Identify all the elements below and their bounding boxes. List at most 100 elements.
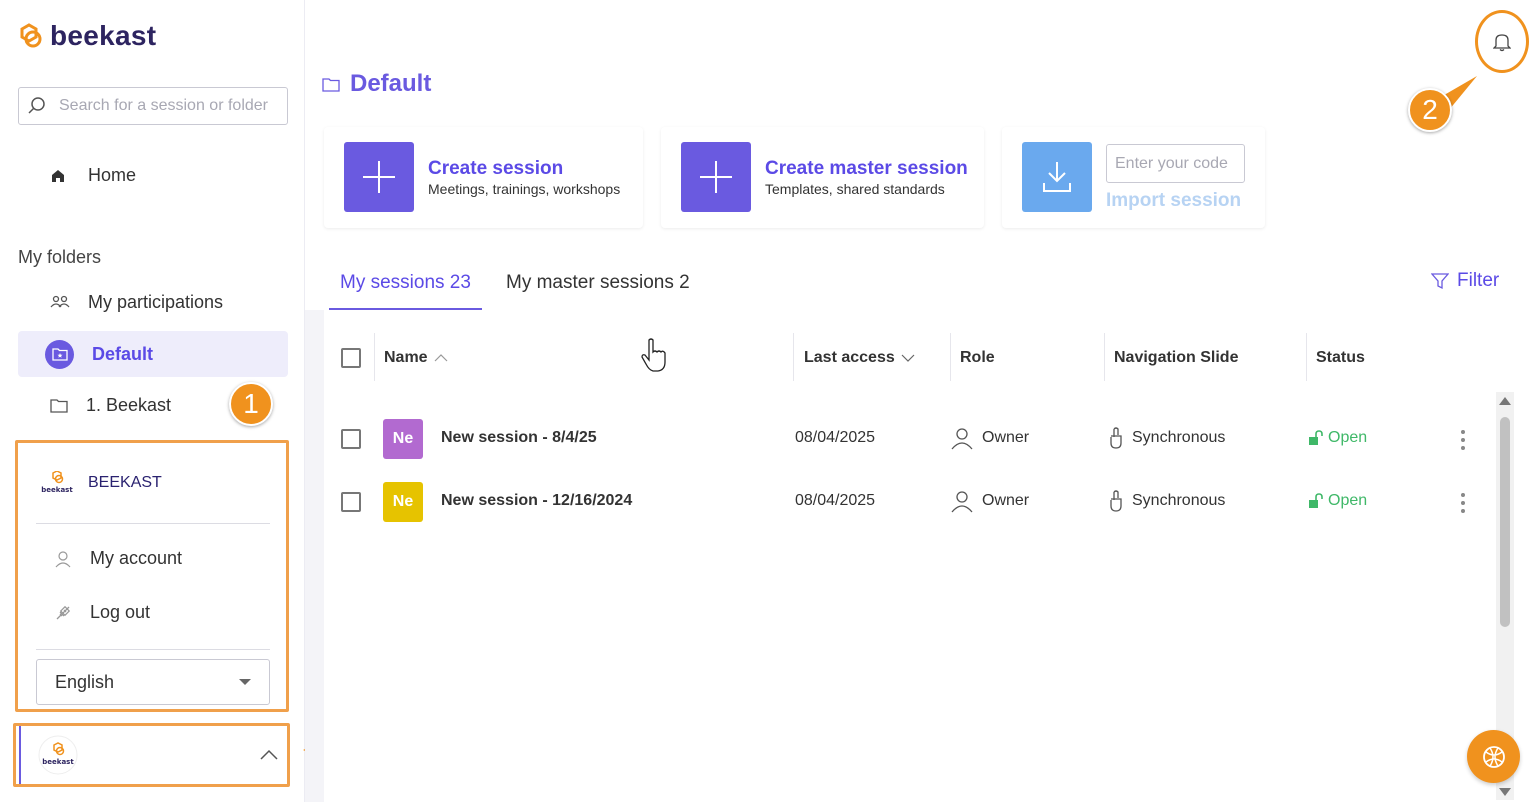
hand-pointer-icon [1110, 427, 1122, 449]
session-navigation: Synchronous [1108, 490, 1225, 512]
import-session-button[interactable]: Import session [1106, 190, 1241, 212]
footer-logo-text: beekast [42, 758, 74, 766]
bell-icon [1493, 33, 1511, 51]
nav-home-label: Home [88, 165, 137, 185]
log-out-item[interactable]: Log out [54, 602, 150, 623]
scroll-up-arrow-icon[interactable] [1499, 397, 1511, 405]
sidebar-item-label: My participations [88, 291, 224, 312]
create-master-session-subtitle: Templates, shared standards [765, 181, 945, 197]
user-icon [55, 550, 71, 567]
session-navigation: Synchronous [1108, 427, 1225, 449]
folder-star-icon [45, 339, 74, 369]
column-header-navigation: Navigation Slide [1114, 349, 1239, 366]
column-separator [1104, 333, 1105, 381]
participants-icon [50, 295, 70, 308]
breadcrumb: Default [322, 70, 431, 98]
column-header-role: Role [960, 349, 995, 366]
plus-icon [681, 142, 751, 212]
chevron-down-icon [239, 679, 251, 685]
column-header-name[interactable]: Name [384, 349, 448, 367]
session-role-label: Owner [982, 492, 1030, 509]
session-navigation-label: Synchronous [1132, 492, 1226, 509]
session-status-label: Open [1328, 492, 1368, 509]
notifications-button[interactable] [1475, 10, 1529, 73]
session-role: Owner [950, 489, 1029, 513]
hand-pointer-icon [1110, 490, 1122, 512]
user-menu: beekast BEEKAST My account Log out Engli… [15, 440, 289, 712]
sidebar-item-label: Default [92, 343, 154, 364]
column-header-last-access-label: Last access [804, 349, 895, 366]
search-input[interactable] [59, 97, 284, 115]
session-name[interactable]: New session - 12/16/2024 [441, 492, 632, 510]
filter-button[interactable]: Filter [1431, 270, 1499, 292]
row-more-options-icon[interactable] [1461, 493, 1465, 513]
scrollbar-thumb[interactable] [1500, 417, 1510, 627]
select-all-checkbox[interactable] [341, 348, 361, 368]
session-role-label: Owner [982, 429, 1030, 446]
org-name: BEEKAST [88, 474, 162, 491]
row-more-options-icon[interactable] [1461, 430, 1465, 450]
session-status[interactable]: Open [1308, 492, 1367, 510]
session-avatar: Ne [383, 482, 423, 522]
user-icon [951, 491, 973, 513]
session-status-label: Open [1328, 429, 1368, 446]
session-code-input[interactable] [1106, 144, 1245, 183]
row-checkbox[interactable] [341, 492, 361, 512]
user-menu-toggle[interactable]: beekast [13, 723, 290, 787]
home-icon [52, 169, 64, 182]
org-logo-text: beekast [41, 486, 73, 494]
import-session-card: Import session [1002, 127, 1265, 228]
session-role: Owner [950, 426, 1029, 450]
create-master-session-card[interactable]: Create master session Templates, shared … [661, 127, 984, 228]
create-session-card[interactable]: Create session Meetings, trainings, work… [324, 127, 643, 228]
plus-icon [344, 142, 414, 212]
column-header-last-access[interactable]: Last access [804, 349, 915, 367]
tab-my-sessions[interactable]: My sessions 23 [329, 270, 482, 310]
search-box [18, 87, 288, 125]
sidebar-item-default[interactable]: Default [18, 331, 288, 377]
sessions-table [324, 310, 1539, 802]
menu-divider [36, 649, 270, 650]
my-account-item[interactable]: My account [54, 548, 182, 569]
scroll-down-arrow-icon[interactable] [1499, 788, 1511, 796]
mouse-cursor-icon [641, 338, 666, 372]
beekast-logo-icon [20, 23, 42, 48]
globe-icon [1482, 745, 1505, 768]
help-button[interactable] [1467, 730, 1520, 783]
my-account-label: My account [90, 548, 183, 568]
session-status[interactable]: Open [1308, 429, 1367, 447]
session-name[interactable]: New session - 8/4/25 [441, 429, 597, 447]
nav-home[interactable]: Home [50, 165, 136, 186]
user-icon [951, 428, 973, 450]
org-logo-icon: beekast [41, 471, 73, 494]
create-session-subtitle: Meetings, trainings, workshops [428, 181, 621, 197]
session-last-access: 08/04/2025 [795, 492, 876, 509]
log-out-label: Log out [90, 602, 151, 622]
sidebar-item-label: 1. Beekast [86, 394, 172, 415]
create-master-session-title: Create master session [765, 158, 968, 179]
language-select[interactable]: English [36, 659, 270, 705]
column-header-name-label: Name [384, 349, 428, 366]
session-navigation-label: Synchronous [1132, 429, 1226, 446]
download-icon [1022, 142, 1092, 212]
annotation-badge-2: 2 [1408, 88, 1452, 132]
create-session-title: Create session [428, 158, 564, 179]
search-icon [28, 97, 45, 114]
folder-icon [322, 77, 340, 92]
menu-divider [36, 523, 270, 524]
filter-icon [1431, 273, 1449, 290]
org-account[interactable]: beekast BEEKAST [40, 471, 162, 495]
column-header-status: Status [1316, 349, 1365, 366]
column-separator [1306, 333, 1307, 381]
column-separator [793, 333, 794, 381]
sidebar-item-my-participations[interactable]: My participations [18, 279, 288, 325]
tab-my-master-sessions[interactable]: My master sessions 2 [495, 270, 701, 310]
user-menu-toggle-inner: beekast [19, 726, 287, 784]
my-folders-heading: My folders [18, 247, 102, 267]
row-checkbox[interactable] [341, 429, 361, 449]
column-separator [950, 333, 951, 381]
logout-icon [56, 605, 71, 619]
beekast-logo[interactable]: beekast [18, 20, 156, 52]
unlock-icon [1309, 430, 1323, 445]
language-value: English [55, 671, 115, 692]
